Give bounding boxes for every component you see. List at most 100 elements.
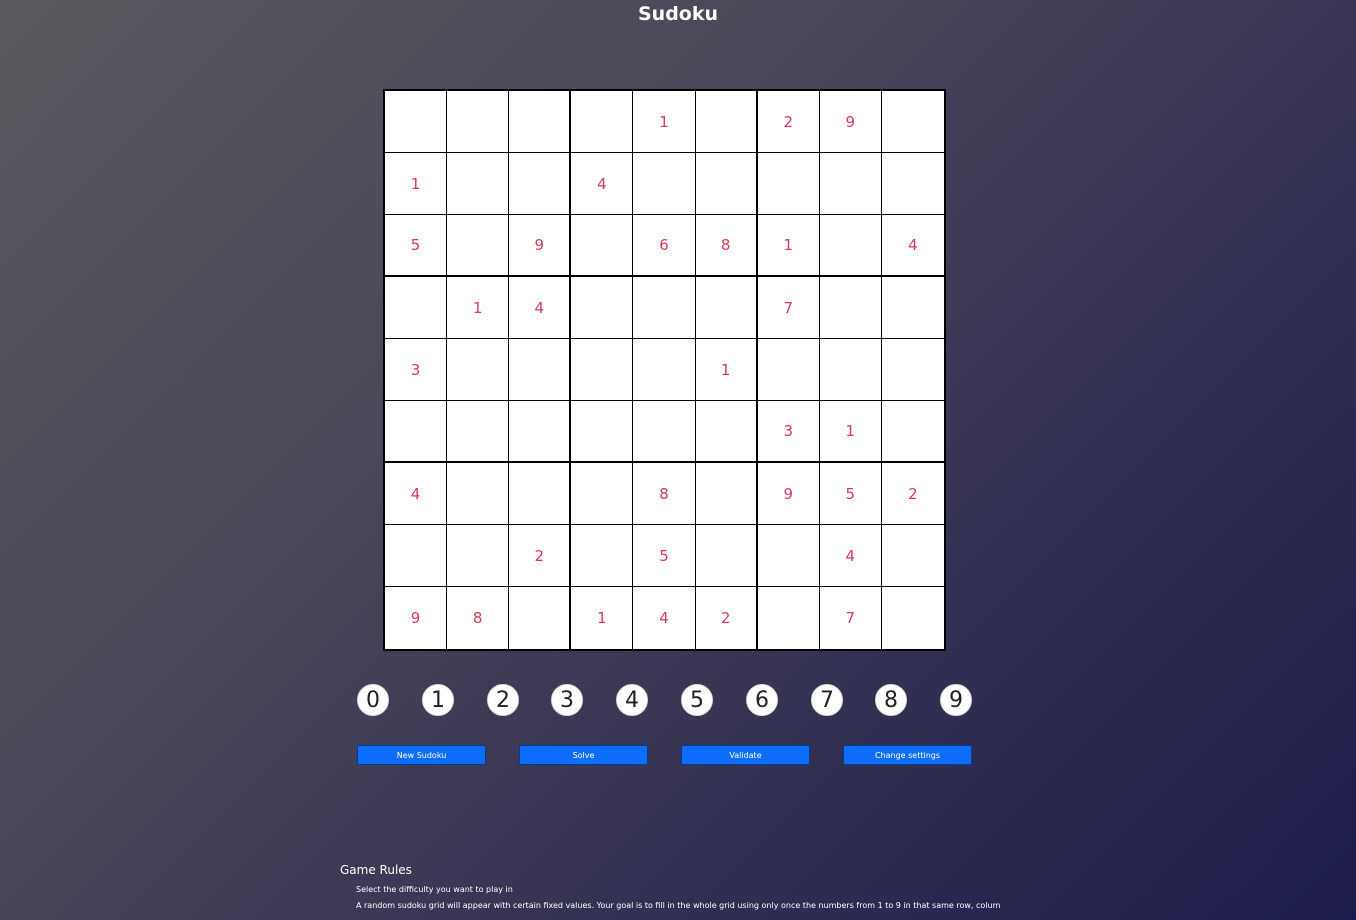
sudoku-cell-r5-c6[interactable]: 1 — [695, 339, 758, 401]
sudoku-cell-r6-c3[interactable] — [509, 401, 572, 463]
sudoku-cell-r1-c3[interactable] — [509, 91, 572, 153]
sudoku-cell-r7-c2[interactable] — [447, 463, 510, 525]
number-button-0[interactable]: 0 — [357, 684, 389, 716]
sudoku-cell-r5-c7[interactable] — [757, 339, 820, 401]
sudoku-cell-r4-c9[interactable] — [881, 277, 944, 339]
sudoku-cell-r2-c9[interactable] — [881, 153, 944, 215]
sudoku-cell-r7-c8[interactable]: 5 — [819, 463, 882, 525]
sudoku-cell-r1-c9[interactable] — [881, 91, 944, 153]
sudoku-cell-r6-c7[interactable]: 3 — [757, 401, 820, 463]
number-pad: 0123456789 — [357, 684, 972, 718]
sudoku-cell-r3-c3[interactable]: 9 — [509, 215, 572, 277]
rules-heading: Game Rules — [340, 863, 412, 877]
sudoku-cell-r7-c9[interactable]: 2 — [881, 463, 944, 525]
sudoku-cell-r1-c6[interactable] — [695, 91, 758, 153]
sudoku-cell-r3-c4[interactable] — [571, 215, 634, 277]
sudoku-cell-r5-c4[interactable] — [571, 339, 634, 401]
action-buttons: New Sudoku Solve Validate Change settings — [357, 745, 972, 765]
sudoku-cell-r3-c1[interactable]: 5 — [385, 215, 448, 277]
sudoku-cell-r8-c5[interactable]: 5 — [633, 525, 696, 587]
sudoku-cell-r2-c2[interactable] — [447, 153, 510, 215]
sudoku-cell-r9-c7[interactable] — [757, 587, 820, 649]
sudoku-cell-r7-c1[interactable]: 4 — [385, 463, 448, 525]
new-sudoku-button[interactable]: New Sudoku — [357, 745, 486, 765]
sudoku-cell-r2-c8[interactable] — [819, 153, 882, 215]
number-button-5[interactable]: 5 — [681, 684, 713, 716]
sudoku-cell-r1-c7[interactable]: 2 — [757, 91, 820, 153]
number-button-1[interactable]: 1 — [422, 684, 454, 716]
sudoku-cell-r1-c2[interactable] — [447, 91, 510, 153]
change-settings-button[interactable]: Change settings — [843, 745, 972, 765]
sudoku-cell-r8-c7[interactable] — [757, 525, 820, 587]
sudoku-cell-r9-c2[interactable]: 8 — [447, 587, 510, 649]
sudoku-cell-r4-c4[interactable] — [571, 277, 634, 339]
sudoku-cell-r6-c9[interactable] — [881, 401, 944, 463]
sudoku-cell-r5-c2[interactable] — [447, 339, 510, 401]
sudoku-cell-r3-c7[interactable]: 1 — [757, 215, 820, 277]
sudoku-cell-r3-c9[interactable]: 4 — [881, 215, 944, 277]
number-button-8[interactable]: 8 — [875, 684, 907, 716]
sudoku-cell-r6-c5[interactable] — [633, 401, 696, 463]
number-button-7[interactable]: 7 — [811, 684, 843, 716]
sudoku-cell-r8-c9[interactable] — [881, 525, 944, 587]
sudoku-cell-r1-c4[interactable] — [571, 91, 634, 153]
sudoku-cell-r1-c5[interactable]: 1 — [633, 91, 696, 153]
sudoku-cell-r6-c6[interactable] — [695, 401, 758, 463]
sudoku-cell-r7-c5[interactable]: 8 — [633, 463, 696, 525]
sudoku-cell-r4-c7[interactable]: 7 — [757, 277, 820, 339]
sudoku-cell-r6-c4[interactable] — [571, 401, 634, 463]
sudoku-cell-r8-c6[interactable] — [695, 525, 758, 587]
sudoku-cell-r8-c3[interactable]: 2 — [509, 525, 572, 587]
sudoku-cell-r9-c8[interactable]: 7 — [819, 587, 882, 649]
sudoku-cell-r3-c2[interactable] — [447, 215, 510, 277]
rules-item: A random sudoku grid will appear with ce… — [356, 898, 1000, 914]
sudoku-cell-r4-c1[interactable] — [385, 277, 448, 339]
sudoku-cell-r4-c5[interactable] — [633, 277, 696, 339]
sudoku-cell-r6-c8[interactable]: 1 — [819, 401, 882, 463]
sudoku-cell-r8-c2[interactable] — [447, 525, 510, 587]
sudoku-cell-r2-c4[interactable]: 4 — [571, 153, 634, 215]
sudoku-cell-r7-c6[interactable] — [695, 463, 758, 525]
validate-button[interactable]: Validate — [681, 745, 810, 765]
number-button-3[interactable]: 3 — [551, 684, 583, 716]
number-button-6[interactable]: 6 — [746, 684, 778, 716]
sudoku-cell-r1-c8[interactable]: 9 — [819, 91, 882, 153]
sudoku-cell-r8-c1[interactable] — [385, 525, 448, 587]
sudoku-cell-r7-c3[interactable] — [509, 463, 572, 525]
sudoku-cell-r2-c5[interactable] — [633, 153, 696, 215]
number-button-9[interactable]: 9 — [940, 684, 972, 716]
sudoku-cell-r7-c4[interactable] — [571, 463, 634, 525]
sudoku-cell-r5-c1[interactable]: 3 — [385, 339, 448, 401]
sudoku-cell-r9-c3[interactable] — [509, 587, 572, 649]
game-rules: Game Rules Select the difficulty you wan… — [340, 862, 1000, 914]
sudoku-cell-r3-c6[interactable]: 8 — [695, 215, 758, 277]
sudoku-cell-r8-c8[interactable]: 4 — [819, 525, 882, 587]
number-button-4[interactable]: 4 — [616, 684, 648, 716]
sudoku-cell-r1-c1[interactable] — [385, 91, 448, 153]
solve-button[interactable]: Solve — [519, 745, 648, 765]
number-button-2[interactable]: 2 — [487, 684, 519, 716]
sudoku-cell-r9-c1[interactable]: 9 — [385, 587, 448, 649]
sudoku-cell-r3-c8[interactable] — [819, 215, 882, 277]
sudoku-cell-r3-c5[interactable]: 6 — [633, 215, 696, 277]
sudoku-cell-r9-c4[interactable]: 1 — [571, 587, 634, 649]
sudoku-cell-r7-c7[interactable]: 9 — [757, 463, 820, 525]
sudoku-cell-r2-c7[interactable] — [757, 153, 820, 215]
sudoku-cell-r9-c9[interactable] — [881, 587, 944, 649]
sudoku-cell-r5-c9[interactable] — [881, 339, 944, 401]
sudoku-cell-r5-c3[interactable] — [509, 339, 572, 401]
sudoku-cell-r4-c8[interactable] — [819, 277, 882, 339]
sudoku-cell-r5-c5[interactable] — [633, 339, 696, 401]
sudoku-cell-r9-c5[interactable]: 4 — [633, 587, 696, 649]
sudoku-cell-r4-c6[interactable] — [695, 277, 758, 339]
sudoku-cell-r5-c8[interactable] — [819, 339, 882, 401]
sudoku-cell-r4-c3[interactable]: 4 — [509, 277, 572, 339]
sudoku-cell-r2-c1[interactable]: 1 — [385, 153, 448, 215]
sudoku-cell-r9-c6[interactable]: 2 — [695, 587, 758, 649]
sudoku-cell-r2-c6[interactable] — [695, 153, 758, 215]
sudoku-cell-r4-c2[interactable]: 1 — [447, 277, 510, 339]
sudoku-cell-r2-c3[interactable] — [509, 153, 572, 215]
sudoku-cell-r8-c4[interactable] — [571, 525, 634, 587]
sudoku-cell-r6-c2[interactable] — [447, 401, 510, 463]
sudoku-cell-r6-c1[interactable] — [385, 401, 448, 463]
